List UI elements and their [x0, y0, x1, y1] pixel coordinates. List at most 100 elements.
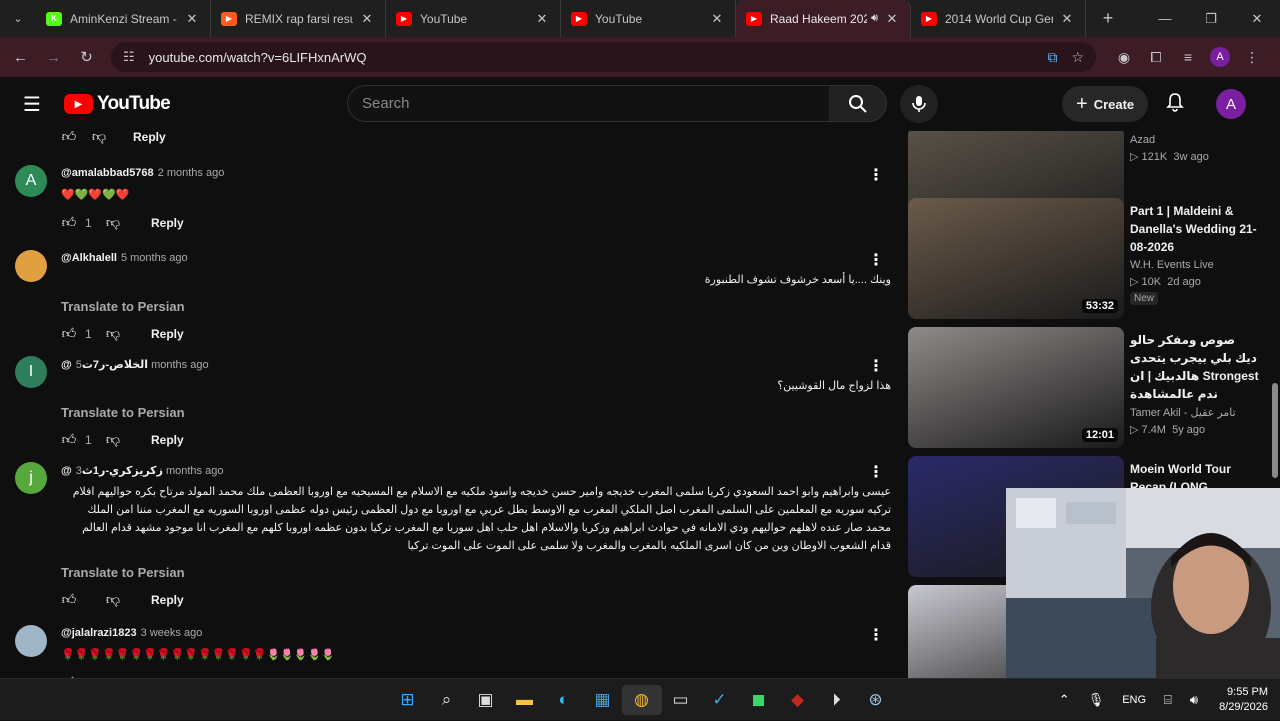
tab-audio-icon[interactable]: 🔊︎ — [871, 12, 878, 25]
extension-circle-icon[interactable]: ◉ — [1108, 49, 1140, 66]
browser-tab[interactable]: K AminKenzi Stream - Wa ✕ — [36, 0, 211, 37]
browser-profile-avatar[interactable]: A — [1210, 47, 1230, 67]
reload-icon[interactable]: ↻ — [70, 48, 103, 66]
comment-author[interactable]: @الخلاص-ر7ت — [61, 359, 148, 371]
address-bar[interactable]: ☷ youtube.com/watch?v=6LIFHxnArWQ ⧉ ☆ — [111, 42, 1096, 72]
tab-close-icon[interactable]: ✕ — [359, 11, 375, 27]
back-arrow-icon[interactable]: ← — [4, 49, 37, 66]
tab-close-icon[interactable]: ✕ — [1059, 11, 1075, 27]
media-player-icon[interactable]: ⏵ — [817, 685, 857, 715]
forward-arrow-icon[interactable]: → — [37, 49, 70, 66]
account-avatar[interactable]: A — [1216, 89, 1246, 119]
tab-close-icon[interactable]: ✕ — [534, 11, 550, 27]
channel-name[interactable]: W.H. Events Live — [1130, 259, 1260, 271]
search-button[interactable] — [829, 85, 887, 122]
comment-time[interactable]: 5 months ago — [121, 252, 188, 264]
translate-button[interactable]: Translate to Persian — [61, 405, 185, 420]
game-app-icon[interactable]: ◼ — [739, 685, 779, 715]
create-button[interactable]: + Create — [1062, 86, 1149, 122]
video-thumbnail[interactable]: 53:32 — [908, 198, 1124, 319]
voice-search-button[interactable] — [900, 85, 938, 123]
chrome-browser-icon[interactable]: ◍ — [621, 685, 662, 715]
search-icon[interactable]: ⌕ — [427, 685, 467, 715]
vscode-icon[interactable]: ✓ — [700, 685, 740, 715]
commenter-avatar[interactable]: I — [15, 356, 47, 388]
like-icon[interactable]: 👍︎ — [61, 214, 77, 231]
comment-menu-icon[interactable]: ⋮ — [868, 250, 884, 270]
comment-author[interactable]: @amalabbad5768 — [61, 167, 154, 179]
reply-button[interactable]: Reply — [151, 327, 184, 341]
minimize-icon[interactable]: — — [1142, 11, 1188, 27]
network-icon[interactable]: ⌸ — [1164, 692, 1172, 708]
channel-name[interactable]: Azad — [1130, 134, 1260, 146]
volume-icon[interactable]: 🔊︎ — [1190, 692, 1198, 708]
commenter-avatar[interactable]: A — [15, 165, 47, 197]
file-explorer-icon[interactable]: ▬ — [505, 685, 545, 715]
browser-tab[interactable]: ▶ Raad Hakeem 2026 🔊︎ ✕ — [736, 0, 911, 37]
tab-close-icon[interactable]: ✕ — [709, 11, 725, 27]
tab-close-icon[interactable]: ✕ — [184, 11, 200, 27]
new-tab-button[interactable]: + — [1092, 8, 1124, 29]
menu-hamburger-icon[interactable]: ☰ — [0, 92, 64, 117]
youtube-logo[interactable]: ▶ YouTube — [64, 93, 171, 115]
comment-time[interactable]: 3 weeks ago — [141, 627, 203, 639]
dislike-icon[interactable]: 👎︎ — [105, 591, 121, 608]
browser-tab[interactable]: ▶ YouTube ✕ — [561, 0, 736, 37]
microsoft-store-icon[interactable]: ▦ — [583, 685, 623, 715]
like-icon[interactable]: 👍︎ — [61, 431, 77, 448]
commenter-avatar[interactable]: j — [15, 462, 47, 494]
tray-overflow-chevron-icon[interactable]: ⌃ — [1059, 692, 1070, 708]
dislike-icon[interactable]: 👎︎ — [105, 431, 121, 448]
language-indicator[interactable]: ENG — [1122, 694, 1146, 706]
reply-button[interactable]: Reply — [151, 216, 184, 230]
translate-button[interactable]: Translate to Persian — [61, 299, 185, 314]
like-icon[interactable]: 👍︎ — [61, 325, 77, 342]
browser-tab[interactable]: ▶ REMIX rap farsi results ✕ — [211, 0, 386, 37]
restore-icon[interactable]: ❐ — [1188, 11, 1234, 27]
video-title[interactable]: Part 1 | Maldeini & Danella's Wedding 21… — [1130, 202, 1260, 256]
page-scrollbar[interactable] — [1270, 78, 1280, 678]
bookmark-star-icon[interactable]: ☆ — [1071, 49, 1084, 66]
clock[interactable]: 9:55 PM 8/29/2026 — [1219, 685, 1268, 715]
microphone-tray-icon[interactable]: 🎙︎ — [1088, 692, 1105, 708]
tab-close-icon[interactable]: ✕ — [884, 11, 900, 27]
comment-time[interactable]: 2 months ago — [158, 167, 225, 179]
steam-icon[interactable]: ⊛ — [856, 685, 896, 715]
tab-search-chevron-icon[interactable]: ⌄ — [0, 0, 36, 37]
notifications-bell-icon[interactable] — [1166, 92, 1184, 117]
comment-menu-icon[interactable]: ⋮ — [868, 165, 884, 185]
comment-menu-icon[interactable]: ⋮ — [868, 356, 884, 376]
browser-menu-icon[interactable]: ⋮ — [1236, 49, 1268, 66]
scrollbar-thumb[interactable] — [1272, 383, 1278, 478]
like-icon[interactable]: 👍︎ — [61, 131, 77, 145]
video-title[interactable]: صوص ومفكر حالو ديك بلي بيجرب يتحدى هالدب… — [1130, 331, 1260, 403]
comment-author[interactable]: @jalalrazi1823 — [61, 627, 137, 639]
terminal-icon[interactable]: ▭ — [661, 685, 701, 715]
video-thumbnail[interactable]: 12:01 — [908, 327, 1124, 448]
reply-button[interactable]: Reply — [151, 593, 184, 607]
comment-menu-icon[interactable]: ⋮ — [868, 625, 884, 645]
reply-button[interactable]: Reply — [151, 433, 184, 447]
dislike-icon[interactable]: 👎︎ — [91, 131, 107, 145]
reply-button[interactable]: Reply — [133, 131, 166, 144]
install-app-icon[interactable]: ⧉ — [1047, 49, 1057, 66]
dota-icon[interactable]: ◆ — [778, 685, 818, 715]
browser-tab[interactable]: ▶ YouTube ✕ — [386, 0, 561, 37]
channel-name[interactable]: Tamer Akil - تامر عقيل — [1130, 406, 1260, 419]
dislike-icon[interactable]: 👎︎ — [105, 325, 121, 342]
comment-author[interactable]: @Alkhalell — [61, 252, 117, 264]
comment-menu-icon[interactable]: ⋮ — [868, 462, 884, 482]
site-info-icon[interactable]: ☷ — [123, 49, 135, 65]
close-window-icon[interactable]: ✕ — [1234, 11, 1280, 27]
media-controls-icon[interactable]: ≡ — [1172, 49, 1204, 65]
commenter-avatar[interactable] — [15, 250, 47, 282]
translate-button[interactable]: Translate to Persian — [61, 565, 185, 580]
dislike-icon[interactable]: 👎︎ — [105, 214, 121, 231]
commenter-avatar[interactable] — [15, 625, 47, 657]
edge-browser-icon[interactable]: ◐ — [544, 685, 584, 715]
task-view-icon[interactable]: ▣ — [466, 685, 506, 715]
windows-start-icon[interactable]: ⊞ — [388, 685, 428, 715]
extensions-puzzle-icon[interactable]: ⧠ — [1140, 49, 1172, 66]
search-input[interactable]: Search — [347, 85, 830, 122]
browser-tab[interactable]: ▶ 2014 World Cup Germ ✕ — [911, 0, 1086, 37]
